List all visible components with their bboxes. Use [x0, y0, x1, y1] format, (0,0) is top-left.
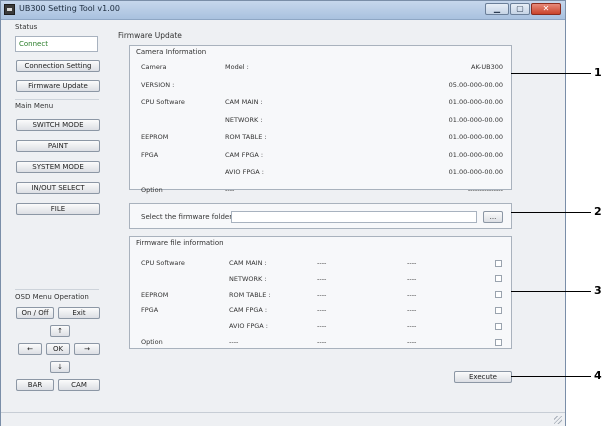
camera-information-label: Camera Information [134, 48, 209, 56]
osd-exit-button[interactable]: Exit [58, 307, 100, 319]
camera-info-category: Camera [141, 63, 167, 71]
file-select-checkbox[interactable] [495, 338, 502, 346]
execute-button[interactable]: Execute [454, 371, 512, 383]
callout-line-4 [511, 376, 591, 377]
page-title: Firmware Update [118, 31, 182, 40]
camera-info-value: 01.00-000-00.00 [448, 150, 503, 159]
osd-menu-label: OSD Menu Operation [15, 293, 89, 301]
menu-system-mode-button[interactable]: SYSTEM MODE [16, 161, 100, 173]
camera-info-category: CPU Software [141, 98, 185, 106]
camera-info-value: --------------- [467, 185, 503, 194]
file-info-value: ---- [317, 290, 327, 299]
camera-info-value: 01.00-000-00.00 [448, 98, 503, 106]
window-title: UB300 Setting Tool v1.00 [19, 4, 120, 13]
camera-info-value: 01.00-000-00.00 [448, 115, 503, 124]
file-info-category: EEPROM [141, 290, 169, 299]
close-button[interactable]: ✕ [531, 3, 561, 15]
camera-info-field: ROM TABLE : [225, 133, 267, 141]
camera-info-field: CAM MAIN : [225, 98, 263, 106]
osd-bar-button[interactable]: BAR [16, 379, 54, 391]
callout-line-3 [511, 291, 591, 292]
menu-paint-button[interactable]: PAINT [16, 140, 100, 152]
left-pane: Status Connect Connection Setting Firmwa… [11, 19, 106, 407]
file-info-value: ---- [407, 259, 417, 267]
camera-info-category: Option [141, 185, 163, 194]
callout-2: 2 [594, 205, 602, 218]
file-info-value: ---- [407, 322, 417, 331]
camera-info-field: Model : [225, 63, 249, 71]
file-select-checkbox[interactable] [495, 259, 502, 267]
status-value: Connect [19, 40, 48, 48]
osd-on-off-button[interactable]: On / Off [16, 307, 54, 319]
menu-in-out-select-button[interactable]: IN/OUT SELECT [16, 182, 100, 194]
file-info-value: ---- [407, 338, 417, 346]
status-field: Connect [15, 36, 98, 52]
file-info-field: NETWORK : [229, 274, 267, 283]
osd-down-arrow-icon[interactable]: ↓ [50, 361, 70, 373]
file-info-field: CAM FPGA : [229, 306, 268, 315]
camera-info-value: AK-UB300 [471, 63, 503, 71]
minimize-button[interactable]: ▁ [485, 3, 509, 15]
camera-info-field: ---- [225, 185, 235, 194]
camera-info-category: EEPROM [141, 133, 169, 141]
callout-1: 1 [594, 66, 602, 79]
camera-info-value: 01.00-000-00.00 [448, 133, 503, 141]
camera-info-category: FPGA [141, 150, 159, 159]
separator [15, 99, 99, 100]
file-info-value: ---- [317, 306, 327, 315]
browse-button[interactable]: ... [483, 211, 503, 223]
app-icon [4, 4, 15, 15]
osd-right-arrow-icon[interactable]: → [74, 343, 100, 355]
osd-ok-button[interactable]: OK [46, 343, 70, 355]
connection-setting-button[interactable]: Connection Setting [16, 60, 100, 72]
status-label: Status [15, 23, 38, 31]
camera-info-category: VERSION : [141, 80, 175, 89]
file-info-value: ---- [317, 338, 327, 346]
status-bar [1, 412, 565, 426]
file-info-value: ---- [407, 274, 417, 283]
maximize-button[interactable]: ▢ [510, 3, 530, 15]
menu-switch-mode-button[interactable]: SWITCH MODE [16, 119, 100, 131]
camera-info-field: CAM FPGA : [225, 150, 264, 159]
firmware-folder-label: Select the firmware folder [141, 213, 233, 221]
resize-grip-icon[interactable] [554, 416, 562, 424]
camera-info-field: AVIO FPGA : [225, 168, 264, 176]
osd-up-arrow-icon[interactable]: ↑ [50, 325, 70, 337]
menu-file-button[interactable]: FILE [16, 203, 100, 215]
file-info-category: CPU Software [141, 259, 185, 267]
file-select-checkbox[interactable] [495, 306, 502, 314]
camera-info-value: 01.00-000-00.00 [448, 168, 503, 176]
firmware-update-button[interactable]: Firmware Update [16, 80, 100, 92]
camera-info-field: NETWORK : [225, 115, 263, 124]
callout-4: 4 [594, 369, 602, 382]
file-info-category: Option [141, 338, 163, 346]
main-menu-label: Main Menu [15, 102, 54, 110]
file-info-field: ROM TABLE : [229, 290, 271, 299]
app-window: UB300 Setting Tool v1.00 ▁ ▢ ✕ Status Co… [0, 0, 566, 426]
file-info-category: FPGA [141, 306, 159, 315]
file-info-field: CAM MAIN : [229, 259, 267, 267]
camera-info-value: 05.00-000-00.00 [448, 80, 503, 89]
file-info-value: ---- [407, 290, 417, 299]
separator [15, 289, 99, 290]
file-select-checkbox[interactable] [495, 322, 502, 330]
firmware-folder-input[interactable] [231, 211, 477, 223]
file-info-value: ---- [317, 322, 327, 331]
file-info-value: ---- [317, 274, 327, 283]
callout-line-2 [511, 212, 591, 213]
osd-cam-button[interactable]: CAM [58, 379, 100, 391]
file-select-checkbox[interactable] [495, 275, 502, 283]
file-select-checkbox[interactable] [495, 291, 502, 299]
title-bar: UB300 Setting Tool v1.00 ▁ ▢ ✕ [1, 1, 565, 20]
callout-3: 3 [594, 284, 602, 297]
firmware-file-info-label: Firmware file information [134, 239, 226, 247]
osd-left-arrow-icon[interactable]: ← [18, 343, 42, 355]
file-info-value: ---- [407, 306, 417, 315]
file-info-field: ---- [229, 338, 239, 346]
file-info-field: AVIO FPGA : [229, 322, 268, 331]
file-info-value: ---- [317, 259, 327, 267]
callout-line-1 [511, 73, 591, 74]
